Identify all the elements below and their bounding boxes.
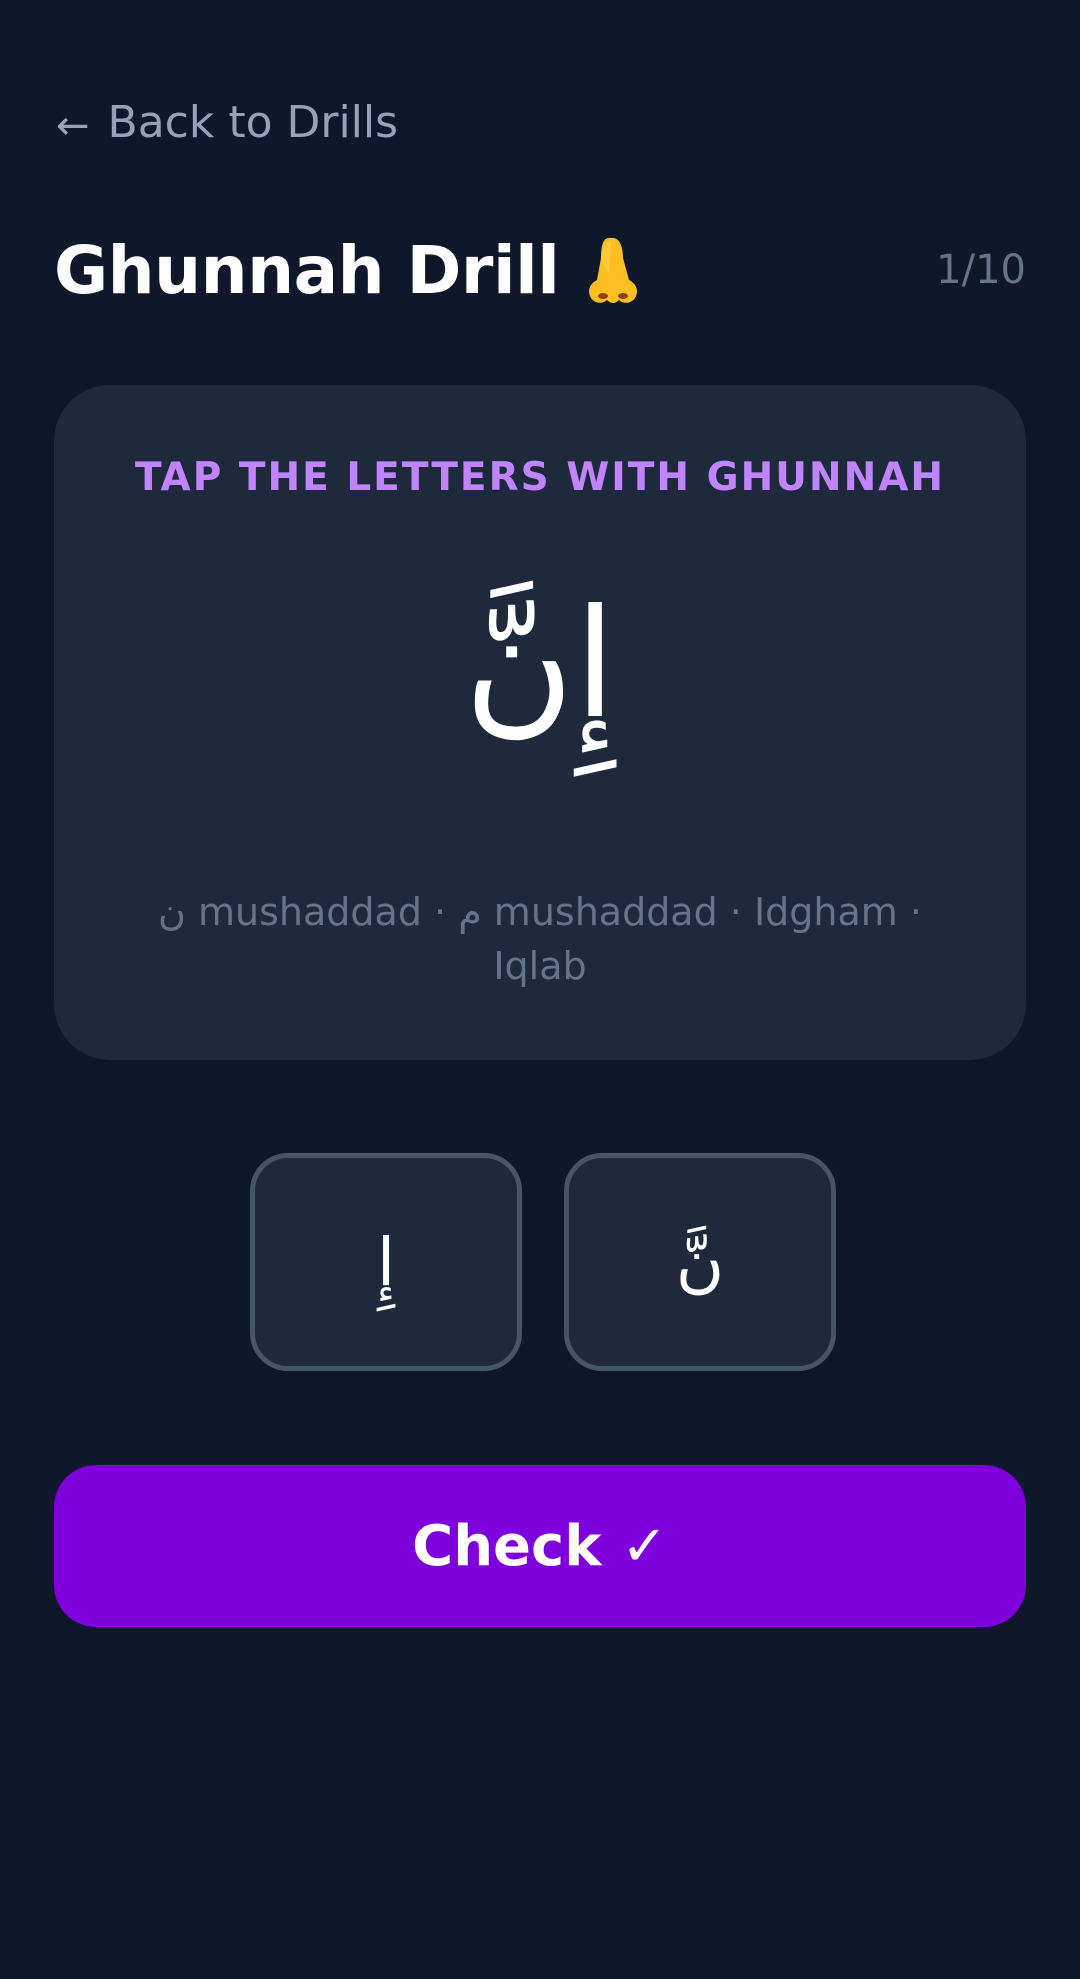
drill-card: TAP THE LETTERS WITH GHUNNAH إِنَّ ن mus…	[54, 385, 1026, 1060]
letter-choice-2[interactable]: نَّ	[564, 1153, 836, 1371]
page-title-wrap: Ghunnah Drill	[54, 232, 643, 309]
letter-choice-1[interactable]: إِ	[250, 1153, 522, 1371]
check-button[interactable]: Check ✓	[54, 1465, 1026, 1627]
nose-icon	[583, 234, 643, 306]
drill-instruction: TAP THE LETTERS WITH GHUNNAH	[134, 455, 946, 500]
page-title: Ghunnah Drill	[54, 231, 560, 309]
arabic-word: إِنَّ	[464, 578, 616, 752]
back-link-label: Back to Drills	[107, 96, 399, 148]
check-button-label: Check ✓	[412, 1513, 668, 1579]
back-arrow-icon: ←	[56, 103, 90, 149]
progress-counter: 1/10	[936, 247, 1026, 293]
letter-choices: إِ نَّ	[250, 1153, 836, 1371]
letter-choice-2-text: نَّ	[675, 1223, 725, 1301]
letter-choice-1-text: إِ	[376, 1223, 396, 1301]
back-to-drills-link[interactable]: ← Back to Drills	[56, 92, 398, 152]
ghunnah-rules-hint: ن mushaddad · م mushaddad · Idgham · Iql…	[158, 890, 922, 988]
page-header: Ghunnah Drill 1/10	[54, 228, 1026, 312]
